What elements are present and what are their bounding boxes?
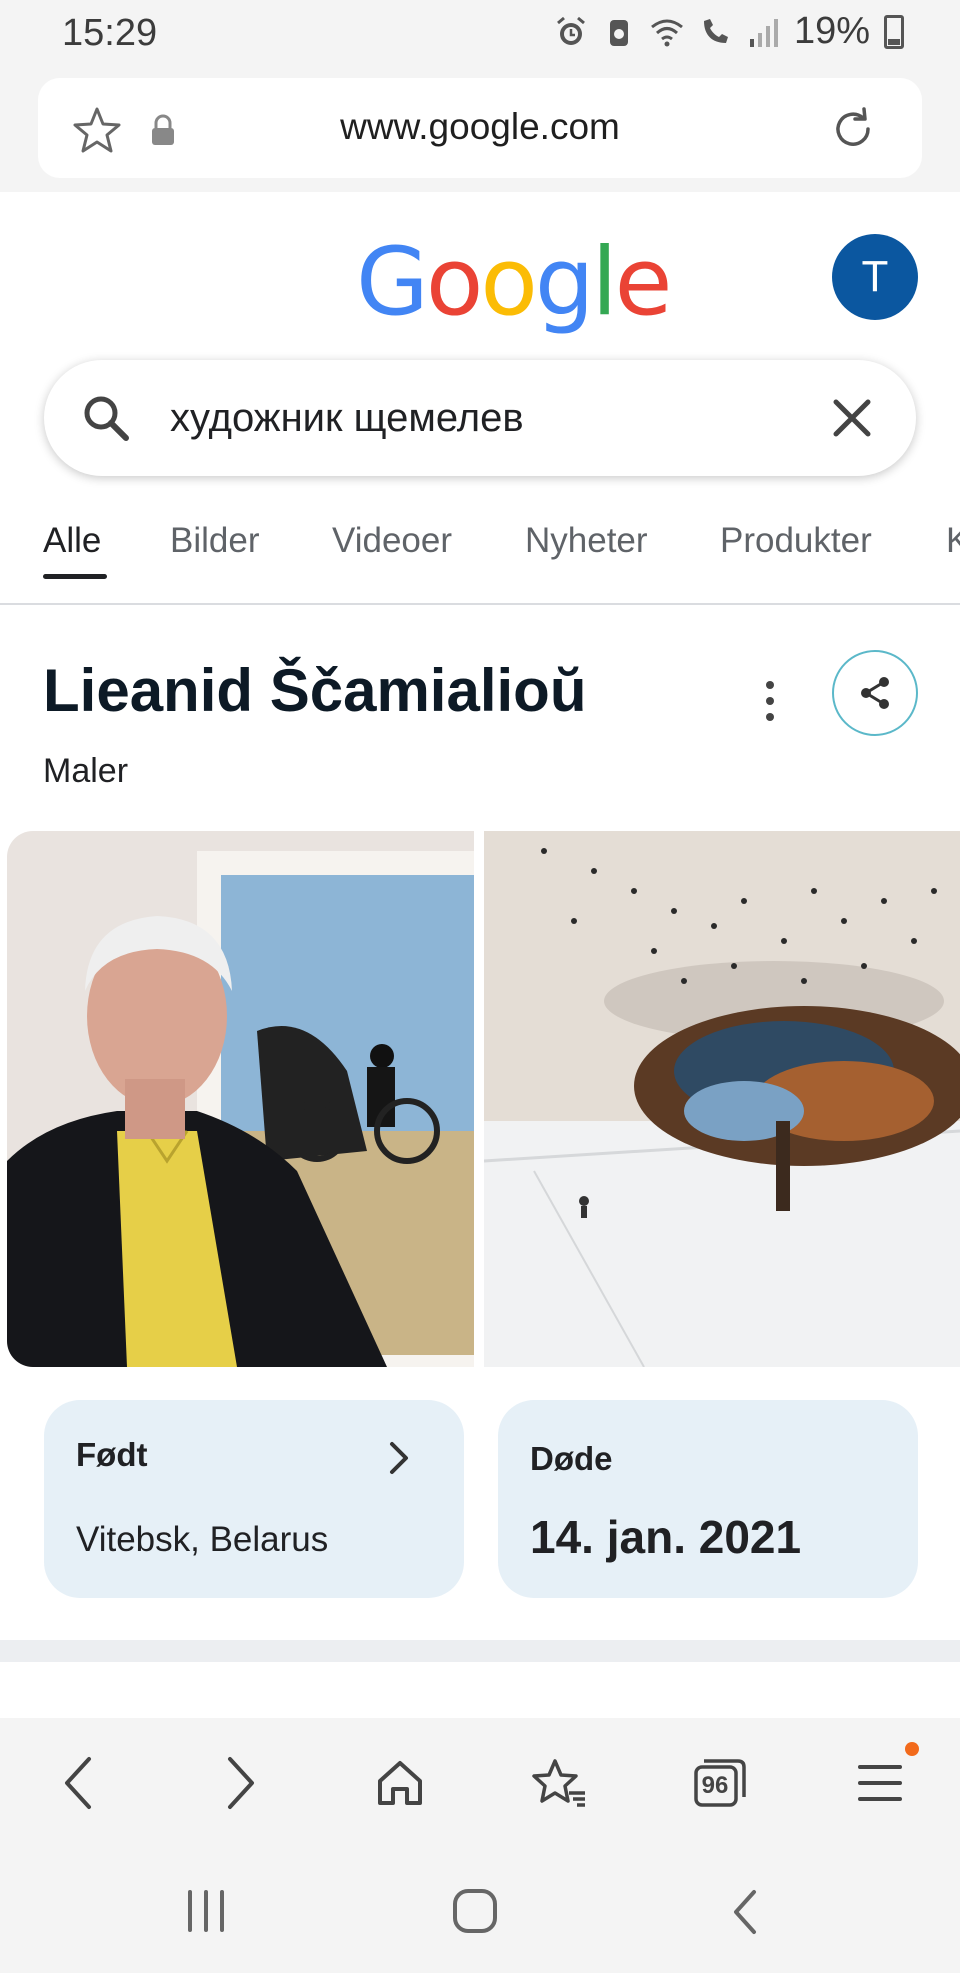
recent-apps-icon[interactable]: [184, 1888, 228, 1934]
tab-videoer[interactable]: Videoer: [332, 521, 452, 561]
share-button[interactable]: [832, 650, 918, 736]
menu-button[interactable]: [845, 1748, 915, 1818]
section-divider: [0, 1640, 960, 1662]
google-logo[interactable]: Google: [356, 228, 673, 337]
forward-arrow-icon: [228, 1757, 254, 1809]
signal-icon: [749, 18, 778, 47]
painting-photo[interactable]: [484, 831, 960, 1367]
tab-produkter[interactable]: Produkter: [720, 521, 872, 561]
status-icons: 19%: [554, 10, 904, 53]
knowledge-panel-subtitle: Maler: [43, 752, 129, 790]
died-value: 14. jan. 2021: [530, 1511, 802, 1563]
born-card[interactable]: Født Vitebsk, Belarus: [44, 1400, 464, 1598]
tabs-button[interactable]: 96: [685, 1748, 755, 1818]
system-nav-bar: [0, 1848, 960, 1973]
more-options-icon[interactable]: [750, 676, 790, 726]
search-icon[interactable]: [80, 392, 132, 444]
tab-k[interactable]: K: [946, 521, 960, 561]
url-bar[interactable]: www.google.com: [38, 78, 922, 178]
portrait-photo[interactable]: [7, 831, 474, 1367]
tab-alle[interactable]: Alle: [43, 521, 101, 561]
battery-percent: 19%: [793, 10, 870, 52]
notification-dot: [905, 1742, 919, 1756]
battery-icon: [884, 14, 904, 49]
back-button[interactable]: [42, 1748, 112, 1818]
died-label: Døde: [530, 1440, 613, 1477]
back-nav-icon[interactable]: [728, 1888, 762, 1936]
clear-search-icon[interactable]: [830, 396, 874, 440]
tab-count: 96: [701, 1772, 729, 1799]
account-avatar[interactable]: T: [832, 234, 918, 320]
share-icon: [861, 677, 889, 709]
home-button[interactable]: [365, 1748, 435, 1818]
born-value: Vitebsk, Belarus: [76, 1520, 329, 1559]
data-saver-icon: [609, 19, 628, 46]
bookmarks-star-icon: [532, 1759, 585, 1807]
forward-button[interactable]: [207, 1748, 277, 1818]
hamburger-menu-icon: [858, 1765, 902, 1801]
knowledge-panel-title: Lieanid Ščamialioŭ: [43, 657, 587, 724]
home-nav-icon[interactable]: [450, 1886, 500, 1936]
portrait-image: [7, 831, 474, 1367]
wifi-icon: [651, 19, 683, 46]
browser-bottom-bar: 96: [0, 1718, 960, 1848]
back-arrow-icon: [65, 1757, 91, 1809]
wifi-call-icon: [703, 18, 728, 43]
alarm-icon: [556, 16, 585, 45]
search-box[interactable]: художник щемелев: [44, 360, 916, 476]
died-card: Døde 14. jan. 2021: [498, 1400, 918, 1598]
tab-nyheter[interactable]: Nyheter: [525, 521, 648, 561]
home-icon: [378, 1761, 422, 1805]
status-bar: 15:29 19%: [0, 0, 960, 70]
active-tab-indicator: [43, 574, 107, 579]
reload-icon[interactable]: [828, 104, 878, 154]
status-time: 15:29: [62, 12, 158, 54]
url-text[interactable]: www.google.com: [38, 106, 922, 148]
browser-toolbar: www.google.com: [0, 70, 960, 192]
born-label: Født: [76, 1436, 148, 1473]
tab-bilder[interactable]: Bilder: [170, 521, 259, 561]
chevron-right-icon: [390, 1442, 408, 1474]
bookmarks-button[interactable]: [524, 1748, 594, 1818]
painting-image: [484, 831, 960, 1367]
search-input[interactable]: художник щемелев: [170, 396, 524, 441]
search-tabs: Alle Bilder Videoer Nyheter Produkter K: [0, 505, 960, 605]
